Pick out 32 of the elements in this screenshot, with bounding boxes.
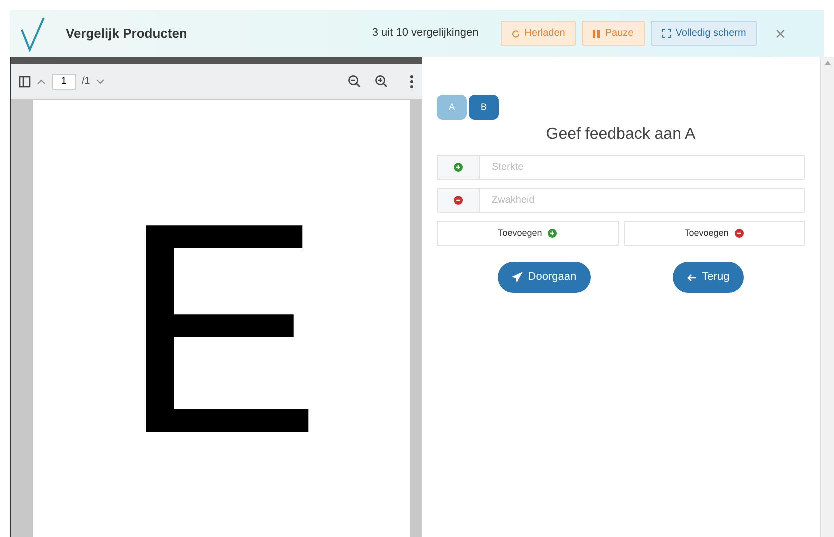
more-options-icon[interactable] <box>410 74 414 88</box>
scrollbar[interactable] <box>820 57 834 537</box>
pause-icon <box>593 30 600 38</box>
tab[interactable]: B <box>469 95 499 120</box>
back-button[interactable]: Terug <box>673 262 744 293</box>
app-title: Vergelijk Producten <box>66 24 188 43</box>
fullscreen-button[interactable]: Volledig scherm <box>650 21 758 46</box>
weakness-field[interactable]: Zwakheid <box>437 188 805 213</box>
progress-text: 3 uit 10 vergelijkingen <box>372 26 479 42</box>
arrow-left-icon <box>687 274 698 282</box>
page-number-field[interactable]: 1 <box>52 74 76 90</box>
add-button[interactable]: Toevoegen <box>624 221 805 246</box>
close-button[interactable]: × <box>775 24 786 42</box>
add-button[interactable]: Toevoegen <box>437 221 618 246</box>
chevron-up-icon[interactable] <box>37 78 46 84</box>
plus-circle-icon <box>548 229 558 238</box>
checkmark-logo <box>20 16 46 52</box>
page-total: /1 <box>82 75 90 89</box>
feedback-heading: Geef feedback aan A <box>545 125 697 145</box>
minus-circle-icon <box>454 196 463 205</box>
sidebar-toggle-icon[interactable] <box>19 76 31 88</box>
strength-field[interactable]: Sterkte <box>437 155 805 180</box>
continue-button[interactable]: Doorgaan <box>498 262 591 293</box>
zoom-in-icon[interactable] <box>375 75 388 88</box>
expand-icon <box>662 29 671 38</box>
minus-circle-icon <box>734 229 744 238</box>
reload-icon <box>512 30 520 38</box>
chevron-down-icon[interactable] <box>96 78 106 84</box>
zoom-out-icon[interactable] <box>348 75 361 88</box>
paper-plane-icon <box>512 272 524 283</box>
page-letter: E <box>121 178 322 478</box>
plus-circle-icon <box>454 163 463 172</box>
